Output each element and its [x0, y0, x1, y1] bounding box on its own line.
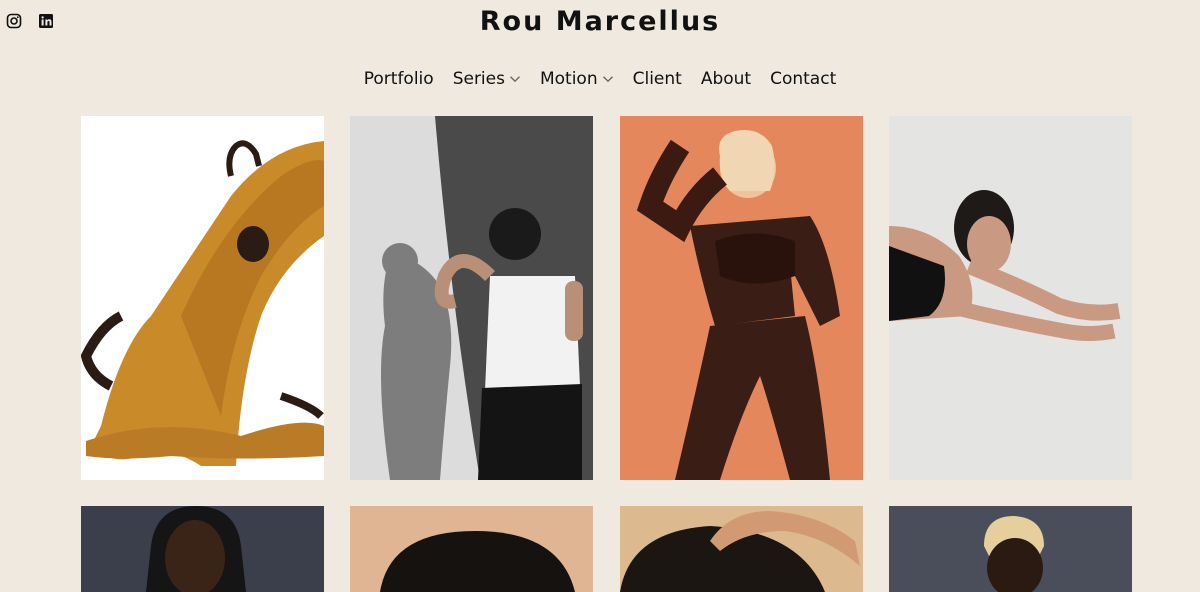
shadow-photo [350, 116, 593, 480]
nav-item-label: Portfolio [363, 69, 434, 89]
chevron-down-icon [509, 76, 520, 83]
gallery-tile-model-reclining-grey[interactable] [889, 116, 1132, 480]
nav-item-portfolio[interactable]: Portfolio [364, 69, 434, 89]
hand-hair-photo [620, 506, 863, 592]
nav-item-label: Client [632, 69, 682, 89]
gallery-tile-hand-on-curly-hair[interactable] [620, 506, 863, 592]
nav-item-motion[interactable]: Motion [540, 69, 614, 89]
site-title[interactable]: Rou Marcellus [0, 6, 1200, 37]
gallery-tile-portrait-braids-dark[interactable] [81, 506, 324, 592]
reclining-photo [889, 116, 1132, 480]
braids-photo [81, 506, 324, 592]
chevron-down-icon [602, 76, 613, 83]
main-nav: Portfolio Series Motion Client About Con… [0, 69, 1200, 89]
nav-item-label: Series [452, 69, 505, 89]
orange-photo [620, 116, 863, 480]
dancer-photo [81, 116, 324, 480]
nav-item-label: About [700, 69, 752, 89]
nav-item-client[interactable]: Client [633, 69, 682, 89]
gallery-tile-hair-on-beige[interactable] [350, 506, 593, 592]
gallery-tile-model-on-orange[interactable] [620, 116, 863, 480]
nav-item-about[interactable]: About [701, 69, 751, 89]
hair-photo [350, 506, 593, 592]
nav-item-label: Motion [539, 69, 598, 89]
nav-item-label: Contact [770, 69, 837, 89]
nav-item-series[interactable]: Series [453, 69, 521, 89]
bleached-photo [889, 506, 1132, 592]
gallery-tile-model-shadow-on-wall[interactable] [350, 116, 593, 480]
gallery-tile-dancer-in-gold-silk[interactable] [81, 116, 324, 480]
nav-item-contact[interactable]: Contact [770, 69, 836, 89]
gallery-tile-portrait-bleached-hair[interactable] [889, 506, 1132, 592]
